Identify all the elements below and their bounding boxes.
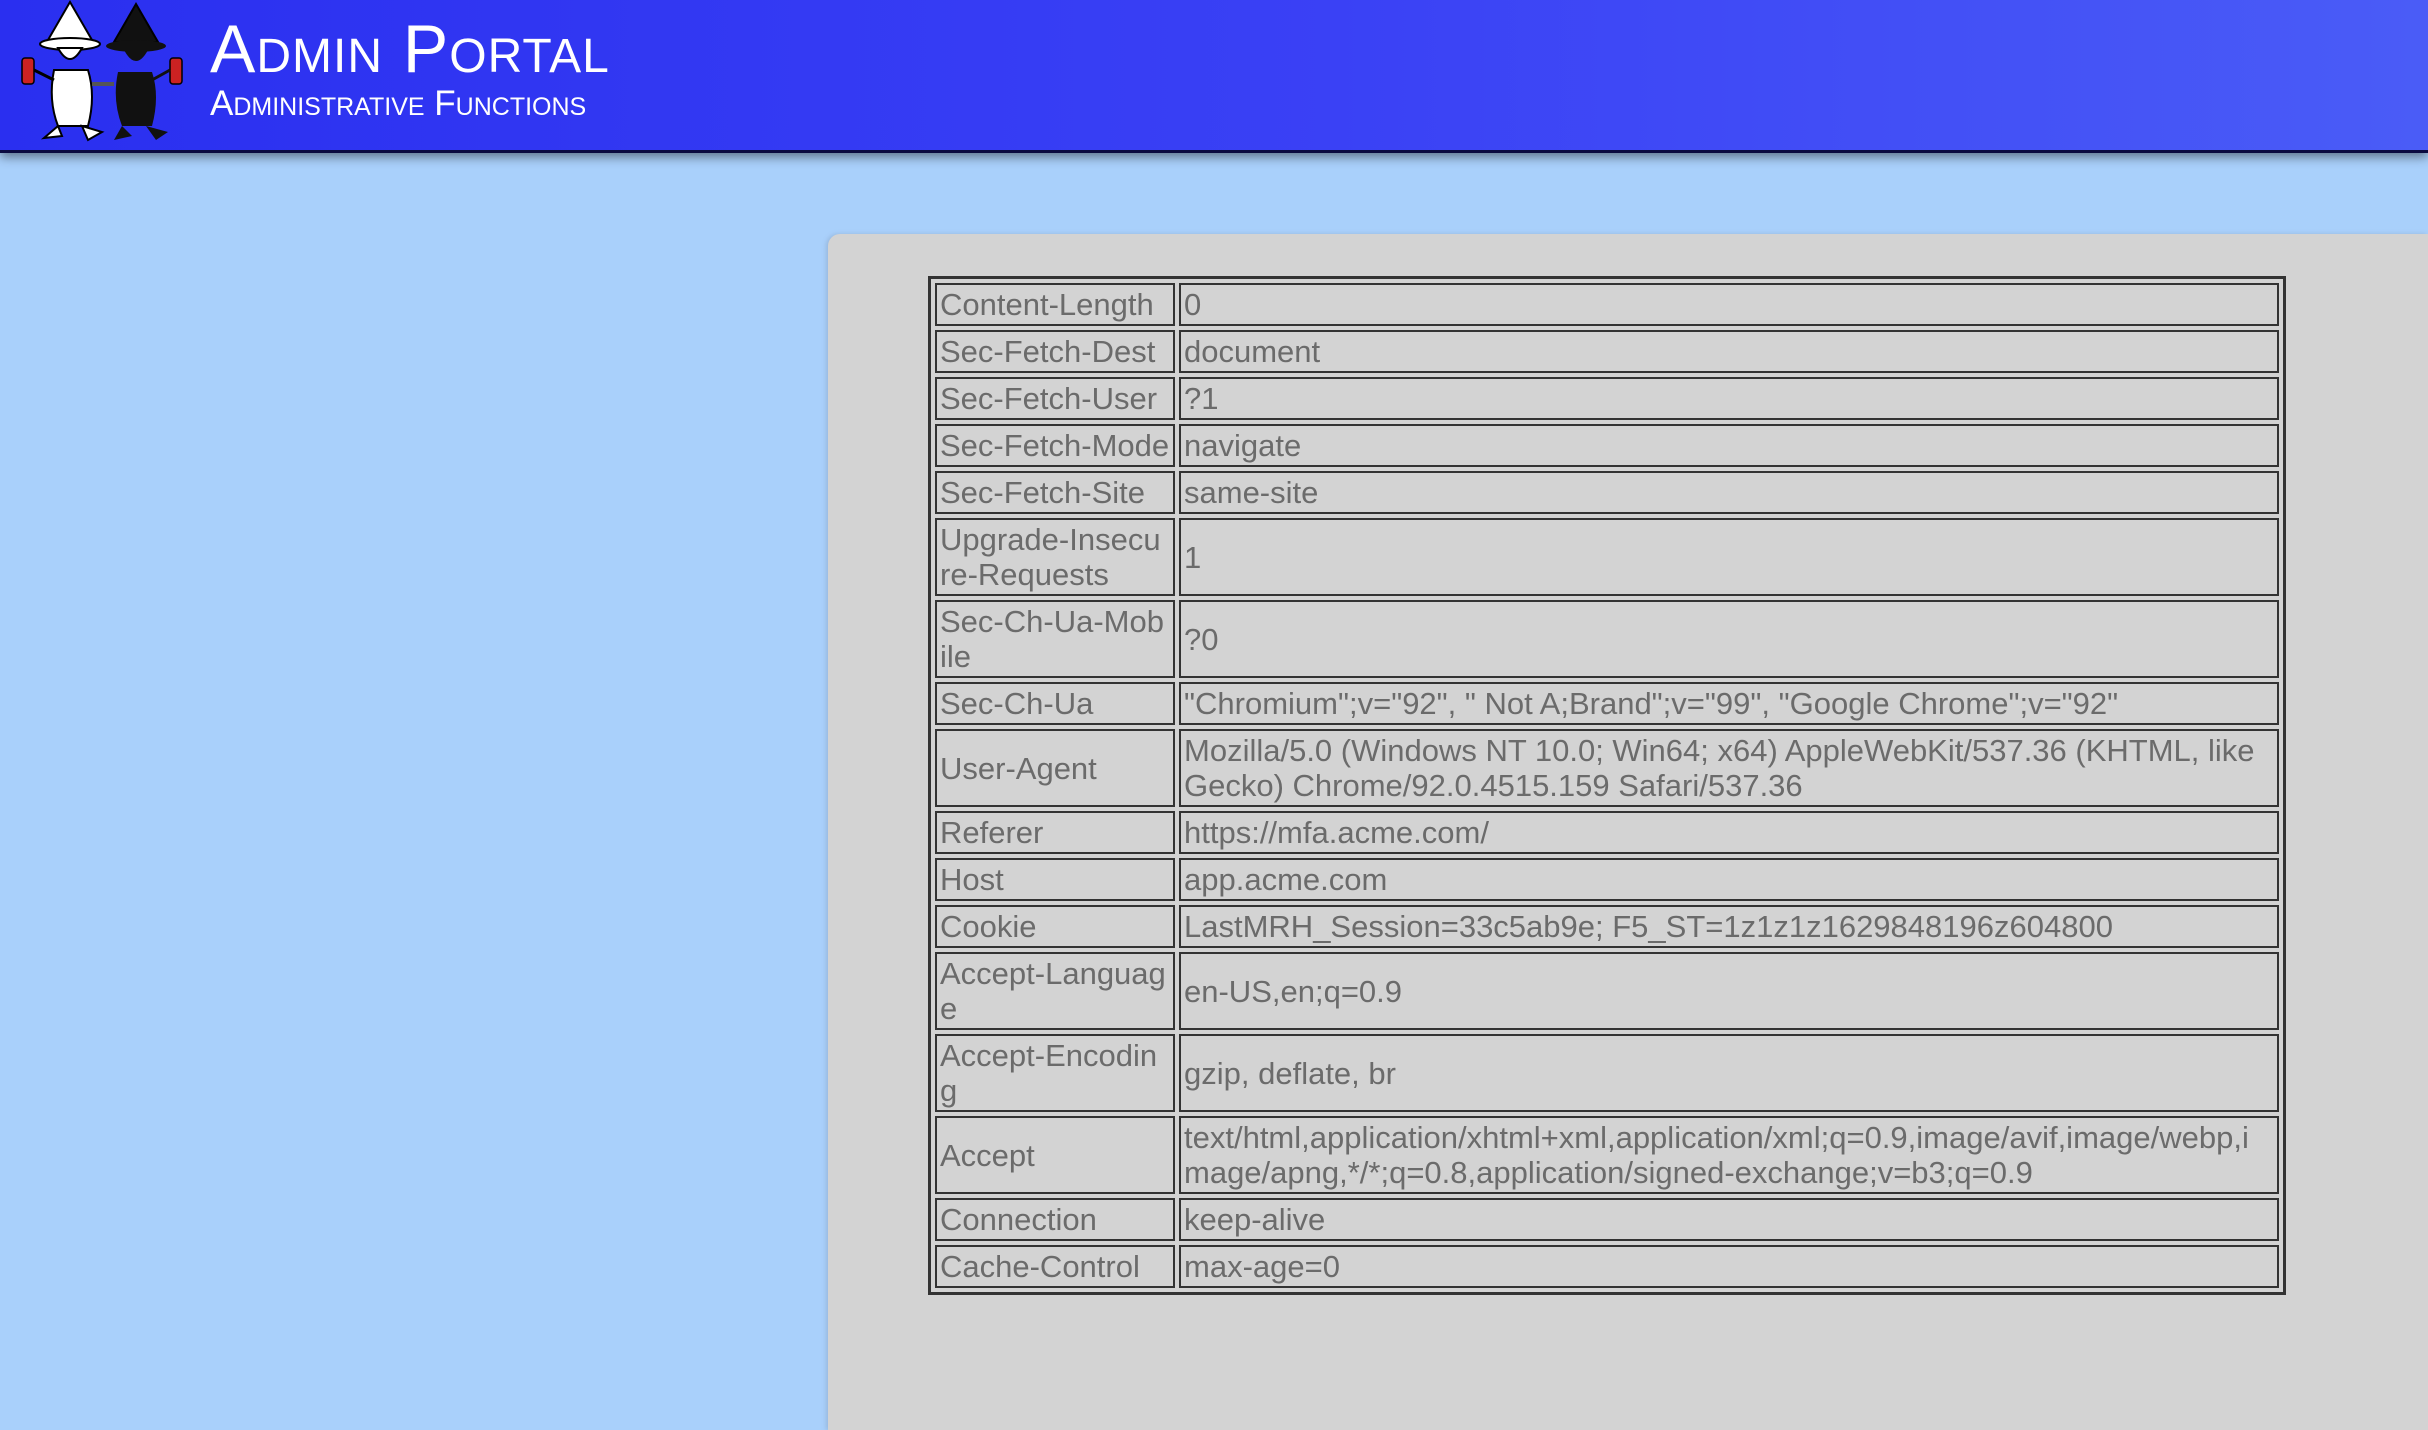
header-name: User-Agent [935,729,1175,807]
header-name: Referer [935,811,1175,854]
header-name: Sec-Fetch-Dest [935,330,1175,373]
header-name: Connection [935,1198,1175,1241]
request-headers-table: Content-Length 0 Sec-Fetch-Dest document S… [928,276,2286,1295]
table-row: Sec-Fetch-Mode navigate [935,424,2279,467]
table-row: Sec-Fetch-Site same-site [935,471,2279,514]
header-value: ?0 [1179,600,2279,678]
spy-vs-spy-logo-icon [21,0,183,142]
table-row: Content-Length 0 [935,283,2279,326]
table-row: Accept-Encoding gzip, deflate, br [935,1034,2279,1112]
header-name: Cookie [935,905,1175,948]
table-row: Sec-Fetch-Dest document [935,330,2279,373]
header-value: "Chromium";v="92", " Not A;Brand";v="99"… [1179,682,2279,725]
header-name: Host [935,858,1175,901]
table-row: Accept text/html,application/xhtml+xml,ap… [935,1116,2279,1194]
table-row: Sec-Ch-Ua "Chromium";v="92", " Not A;Bran… [935,682,2279,725]
table-row: Host app.acme.com [935,858,2279,901]
table-row: Cookie LastMRH_Session=33c5ab9e; F5_ST=1z… [935,905,2279,948]
table-row: Referer https://mfa.acme.com/ [935,811,2279,854]
header-value: text/html,application/xhtml+xml,applicat… [1179,1116,2279,1194]
header-name: Sec-Fetch-Site [935,471,1175,514]
header-name: Accept-Language [935,952,1175,1030]
table-row: Sec-Fetch-User ?1 [935,377,2279,420]
header-value: en-US,en;q=0.9 [1179,952,2279,1030]
header-name: Accept-Encoding [935,1034,1175,1112]
request-headers-body: Content-Length 0 Sec-Fetch-Dest document S… [935,283,2279,1288]
header-value: max-age=0 [1179,1245,2279,1288]
header-value: keep-alive [1179,1198,2279,1241]
header-name: Content-Length [935,283,1175,326]
table-row: Upgrade-Insecure-Requests 1 [935,518,2279,596]
header-name: Sec-Fetch-Mode [935,424,1175,467]
table-row: Connection keep-alive [935,1198,2279,1241]
header-value: 1 [1179,518,2279,596]
table-row: Accept-Language en-US,en;q=0.9 [935,952,2279,1030]
table-row: Sec-Ch-Ua-Mobile ?0 [935,600,2279,678]
header-name: Sec-Fetch-User [935,377,1175,420]
header-name: Cache-Control [935,1245,1175,1288]
header-value: document [1179,330,2279,373]
page-title: Admin Portal [210,11,610,87]
header-value: LastMRH_Session=33c5ab9e; F5_ST=1z1z1z16… [1179,905,2279,948]
page-subtitle: Administrative Functions [210,84,587,123]
table-row: Cache-Control max-age=0 [935,1245,2279,1288]
header-value: Mozilla/5.0 (Windows NT 10.0; Win64; x64… [1179,729,2279,807]
header-value: 0 [1179,283,2279,326]
page-header: Admin Portal Administrative Functions [0,0,2428,153]
header-value: ?1 [1179,377,2279,420]
content-panel: Content-Length 0 Sec-Fetch-Dest document S… [828,234,2428,1430]
table-row: User-Agent Mozilla/5.0 (Windows NT 10.0; … [935,729,2279,807]
header-value: navigate [1179,424,2279,467]
header-name: Sec-Ch-Ua [935,682,1175,725]
header-value: https://mfa.acme.com/ [1179,811,2279,854]
header-value: same-site [1179,471,2279,514]
header-name: Accept [935,1116,1175,1194]
header-name: Sec-Ch-Ua-Mobile [935,600,1175,678]
header-value: gzip, deflate, br [1179,1034,2279,1112]
header-value: app.acme.com [1179,858,2279,901]
header-name: Upgrade-Insecure-Requests [935,518,1175,596]
